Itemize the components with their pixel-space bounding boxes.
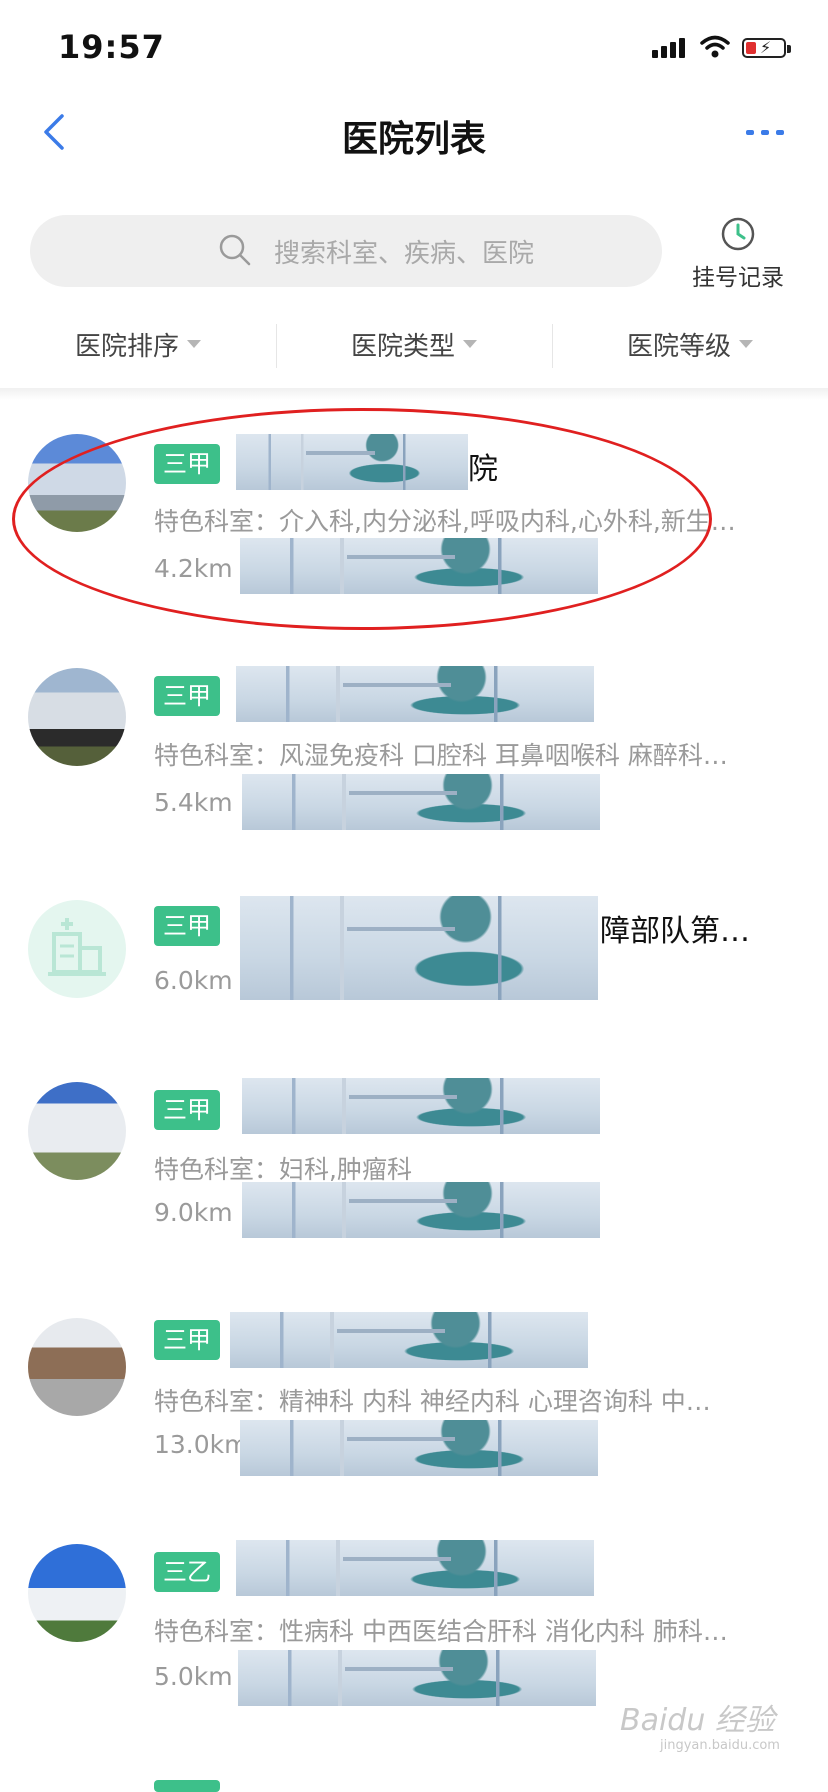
redacted-address-image bbox=[238, 1650, 596, 1706]
redacted-name-image bbox=[236, 666, 594, 722]
hospital-list-item[interactable]: 三甲 特色科室：风湿免疫科 口腔科 耳鼻咽喉科 麻醉科… 5.4km bbox=[0, 662, 828, 882]
hospital-list-item[interactable]: 三甲 特色科室：精神科 内科 神经内科 心理咨询科 中… 13.0km bbox=[0, 1310, 828, 1530]
level-badge: 三甲 bbox=[154, 1090, 220, 1130]
clock-icon bbox=[721, 217, 755, 251]
filter-bar: 医院排序 医院类型 医院等级 bbox=[0, 312, 828, 376]
filter-label: 医院类型 bbox=[350, 331, 455, 362]
hospital-building-icon bbox=[48, 918, 106, 976]
filter-sort[interactable]: 医院排序 bbox=[0, 312, 276, 376]
record-label: 挂号记录 bbox=[692, 265, 784, 291]
distance: 5.4km bbox=[154, 788, 233, 817]
status-time: 19:57 bbox=[58, 28, 165, 66]
watermark: Baidu 经验 bbox=[620, 1703, 775, 1738]
filter-label: 医院等级 bbox=[626, 331, 731, 362]
caret-down-icon bbox=[739, 340, 753, 348]
wifi-icon bbox=[700, 35, 730, 58]
hospital-avatar bbox=[28, 1318, 126, 1416]
hospital-avatar bbox=[28, 1082, 126, 1180]
redacted-name-image bbox=[230, 1312, 588, 1368]
level-badge-partial bbox=[154, 1780, 220, 1792]
hospital-avatar-placeholder bbox=[28, 900, 126, 998]
battery-icon: ⚡ bbox=[742, 38, 791, 58]
search-icon bbox=[219, 234, 251, 266]
distance: 5.0km bbox=[154, 1662, 233, 1691]
status-bar: 19:57 ⚡ bbox=[0, 0, 828, 100]
more-icon[interactable] bbox=[746, 128, 786, 138]
red-circle-annotation bbox=[12, 408, 712, 630]
caret-down-icon bbox=[463, 340, 477, 348]
search-placeholder: 搜索科室、疾病、医院 bbox=[274, 239, 535, 269]
redacted-address-image bbox=[242, 1182, 600, 1238]
registration-record-button[interactable]: 挂号记录 bbox=[686, 216, 790, 291]
feature-departments: 特色科室：妇科,肿瘤科 bbox=[154, 1155, 412, 1184]
watermark-url: jingyan.baidu.com bbox=[660, 1738, 780, 1753]
feature-departments: 特色科室：风湿免疫科 口腔科 耳鼻咽喉科 麻醉科… bbox=[154, 741, 728, 770]
level-badge: 三甲 bbox=[154, 1320, 220, 1360]
filter-type[interactable]: 医院类型 bbox=[276, 312, 552, 376]
hospital-list-item[interactable]: 三甲 特色科室：妇科,肿瘤科 9.0km bbox=[0, 1078, 828, 1298]
filter-label: 医院排序 bbox=[74, 331, 179, 362]
feature-departments: 特色科室：性病科 中西医结合肝科 消化内科 肺科… bbox=[154, 1617, 728, 1646]
hospital-avatar bbox=[28, 1544, 126, 1642]
distance: 6.0km bbox=[154, 966, 233, 995]
search-input[interactable]: 搜索科室、疾病、医院 bbox=[30, 215, 662, 287]
level-badge: 三甲 bbox=[154, 906, 220, 946]
caret-down-icon bbox=[187, 340, 201, 348]
level-badge: 三甲 bbox=[154, 676, 220, 716]
hospital-avatar bbox=[28, 668, 126, 766]
distance: 13.0km bbox=[154, 1430, 249, 1459]
page-title: 医院列表 bbox=[341, 119, 486, 160]
filter-shadow bbox=[0, 388, 828, 400]
level-badge: 三乙 bbox=[154, 1552, 220, 1592]
hospital-name: 障部队第… bbox=[600, 914, 750, 949]
distance: 9.0km bbox=[154, 1198, 233, 1227]
redacted-name-image bbox=[242, 1078, 600, 1134]
redacted-name-image bbox=[236, 1540, 594, 1596]
redacted-name-image bbox=[240, 896, 598, 1000]
feature-departments: 特色科室：精神科 内科 神经内科 心理咨询科 中… bbox=[154, 1387, 711, 1416]
redacted-address-image bbox=[240, 1420, 598, 1476]
redacted-address-image bbox=[242, 774, 600, 830]
signal-icon bbox=[652, 36, 688, 58]
filter-level[interactable]: 医院等级 bbox=[552, 312, 828, 376]
